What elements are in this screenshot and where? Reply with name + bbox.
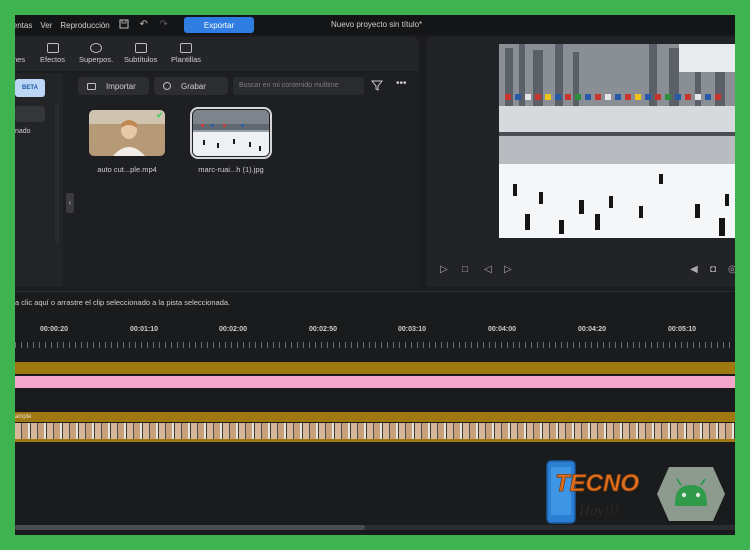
more-options-icon[interactable]: ••• bbox=[396, 78, 408, 90]
tab-subtitles-label: Subtítulos bbox=[124, 55, 158, 64]
left-nav: BETA nado bbox=[15, 73, 63, 287]
preview-image bbox=[499, 44, 735, 238]
tecnohoy-logo: TECNO Hoy!!! bbox=[545, 457, 665, 532]
import-icon bbox=[87, 82, 96, 90]
next-frame-icon[interactable]: ▷ bbox=[504, 265, 512, 275]
media-thumbnail-video[interactable]: ✔ bbox=[89, 110, 165, 156]
video-clip-filmstrip[interactable] bbox=[15, 423, 735, 439]
tab-overlays[interactable]: Superpos. bbox=[79, 43, 113, 64]
media-toolbar: nes Efectos Superpos. Subtítulos Plantil… bbox=[15, 37, 419, 71]
overlays-icon bbox=[90, 43, 103, 53]
timeline-track-1[interactable] bbox=[15, 362, 735, 374]
nav-item-label[interactable]: nado bbox=[15, 128, 31, 135]
beta-badge[interactable]: BETA bbox=[15, 79, 45, 97]
subtitles-icon bbox=[134, 43, 147, 53]
clip-label: ample bbox=[15, 414, 32, 420]
imported-check-icon: ✔ bbox=[156, 111, 163, 120]
import-label: Importar bbox=[106, 81, 136, 91]
tab-effects[interactable]: Efectos bbox=[40, 43, 65, 64]
stop-icon[interactable]: □ bbox=[462, 265, 468, 275]
previous-frame-icon[interactable]: ◁ bbox=[484, 265, 492, 275]
media-filename-video: auto cut...ple.mp4 bbox=[97, 165, 157, 174]
timeline-ruler[interactable]: 00:00:20 00:01:10 00:02:00 00:02:50 00:0… bbox=[15, 320, 735, 348]
record-icon bbox=[163, 82, 171, 90]
search-input[interactable]: Buscar en mi contenido multime bbox=[233, 77, 364, 95]
effects-icon bbox=[46, 43, 59, 53]
tick-label: 00:03:10 bbox=[397, 326, 427, 333]
fullscreen-icon[interactable]: ◎ bbox=[728, 265, 735, 275]
logo-text-hoy: Hoy!!! bbox=[578, 503, 619, 519]
import-button[interactable]: Importar bbox=[78, 77, 149, 95]
video-editor-window: ientas Ver Reproducción ↶ ↷ Exportar Nue… bbox=[15, 15, 735, 535]
save-icon[interactable] bbox=[118, 19, 130, 31]
tick-label: 00:01:10 bbox=[129, 326, 159, 333]
tab-subtitles[interactable]: Subtítulos bbox=[124, 43, 157, 64]
tab-templates[interactable]: Plantillas bbox=[171, 43, 201, 64]
snapshot-icon[interactable]: ◘ bbox=[710, 265, 716, 275]
record-label: Grabar bbox=[181, 81, 206, 91]
media-filename-image: marc-ruai...h (1).jpg bbox=[198, 165, 264, 174]
volume-icon[interactable]: ◀ bbox=[690, 265, 698, 275]
tick-label: 00:05:10 bbox=[667, 326, 697, 333]
tab-transitions[interactable]: nes bbox=[15, 43, 25, 64]
undo-icon[interactable]: ↶ bbox=[138, 19, 150, 31]
ruler-ticks bbox=[15, 342, 735, 348]
tab-effects-label: Efectos bbox=[40, 55, 66, 64]
tick-label: 00:04:00 bbox=[487, 326, 517, 333]
timeline-clip-pink[interactable] bbox=[15, 376, 735, 388]
export-button[interactable]: Exportar bbox=[184, 17, 254, 33]
tick-label: 00:04:20 bbox=[577, 326, 607, 333]
menu-tools[interactable]: ientas bbox=[15, 21, 32, 30]
menu-view[interactable]: Ver bbox=[40, 21, 52, 30]
tab-overlays-label: Superpos. bbox=[79, 55, 114, 64]
media-panel: BETA nado ‹ bbox=[15, 73, 419, 287]
templates-icon bbox=[180, 43, 192, 53]
nav-scrollbar[interactable] bbox=[55, 103, 59, 243]
scrollbar-thumb[interactable] bbox=[15, 525, 365, 530]
timeline-hint: a clic aquí o arrastre el clip seleccion… bbox=[15, 291, 735, 311]
tick-label: 00:02:50 bbox=[308, 326, 338, 333]
tab-transitions-label: nes bbox=[15, 55, 26, 64]
redo-icon[interactable]: ↷ bbox=[158, 19, 170, 31]
media-thumbnail-image[interactable] bbox=[190, 107, 272, 159]
clip-footer bbox=[15, 439, 735, 442]
tick-label: 00:00:20 bbox=[39, 326, 69, 333]
menu-playback[interactable]: Reproducción bbox=[60, 21, 109, 30]
timeline-clip-header[interactable] bbox=[15, 412, 735, 422]
logo-text-tecno: TECNO bbox=[555, 470, 639, 497]
tick-label: 00:02:00 bbox=[218, 326, 248, 333]
nav-item-selected[interactable] bbox=[15, 106, 45, 122]
filter-icon[interactable] bbox=[370, 79, 384, 91]
android-icon bbox=[655, 463, 727, 525]
record-button[interactable]: Grabar bbox=[154, 77, 228, 95]
preview-panel: ▷ □ ◁ ▷ ◀ ◘ ◎ bbox=[426, 37, 735, 287]
tab-templates-label: Plantillas bbox=[171, 55, 202, 64]
play-icon[interactable]: ▷ bbox=[440, 265, 448, 275]
project-title: Nuevo proyecto sin título* bbox=[331, 20, 423, 29]
collapse-panel-button[interactable]: ‹ bbox=[66, 193, 74, 213]
